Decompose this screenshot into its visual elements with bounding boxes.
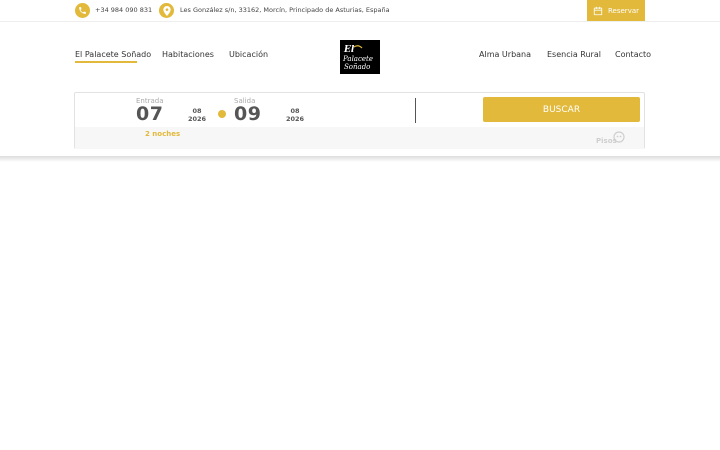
nav-el-palacete-sonado[interactable]: El Palacete Soñado [75,50,151,59]
nights-count: 2 noches [145,130,181,138]
checkout-year[interactable]: 2026 [284,115,306,123]
nav-ubicacion[interactable]: Ubicación [229,50,268,59]
location-pin-icon [159,3,174,18]
logo-line-1: El [343,45,355,55]
nav-habitaciones[interactable]: Habitaciones [162,50,214,59]
checkin-year[interactable]: 2026 [186,115,208,123]
checkin-day[interactable]: 07 [136,103,163,125]
pisos-partner-icon[interactable]: Pisos [595,129,627,147]
pisos-text: Pisos [596,137,617,145]
phone-number[interactable]: +34 984 090 831 [95,6,152,14]
checkout-month[interactable]: 08 [284,107,306,115]
nav-alma-urbana[interactable]: Alma Urbana [479,50,531,59]
site-logo[interactable]: El Palacete Soñado [340,40,380,74]
top-bar: +34 984 090 831 Les González s/n, 33162,… [0,0,720,22]
search-button[interactable]: BUSCAR [483,97,640,122]
address-text: Les González s/n, 33162, Morcín, Princip… [180,6,390,14]
header-shadow [0,156,720,162]
reserve-label: Reservar [608,6,639,15]
arrow-right-icon [218,110,226,118]
booking-widget: Entrada 07 08 2026 Salida 09 08 2026 BUS… [74,92,645,149]
booking-divider [415,98,416,123]
checkout-day[interactable]: 09 [234,103,261,125]
phone-icon [75,3,90,18]
nav-contacto[interactable]: Contacto [615,50,651,59]
nav-active-underline [75,61,137,63]
nav-esencia-rural[interactable]: Esencia Rural [547,50,601,59]
logo-line-2: Palacete [342,55,373,63]
logo-line-3: Soñado [344,63,370,71]
checkin-month[interactable]: 08 [186,107,208,115]
reserve-button[interactable]: Reservar [587,0,645,21]
calendar-icon [593,6,603,15]
